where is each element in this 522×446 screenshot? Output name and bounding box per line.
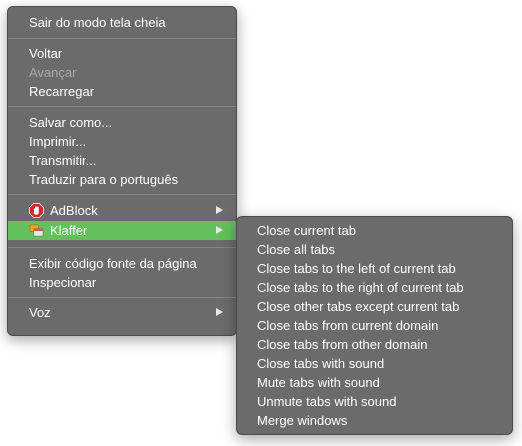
submenu-item-mute-tabs[interactable]: Mute tabs with sound bbox=[237, 373, 512, 392]
klaffer-tabs-icon bbox=[29, 224, 44, 237]
menu-item-view-source[interactable]: Exibir código fonte da página bbox=[8, 254, 236, 273]
menu-item-exit-fullscreen[interactable]: Sair do modo tela cheia bbox=[8, 13, 236, 32]
menu-item-forward: Avançar bbox=[29, 65, 77, 80]
klaffer-submenu: Close current tab Close all tabs Close t… bbox=[236, 216, 513, 435]
chevron-right-icon bbox=[216, 308, 223, 316]
submenu-item-close-all-tabs[interactable]: Close all tabs bbox=[237, 240, 512, 259]
menu-item-back[interactable]: Voltar bbox=[8, 44, 236, 63]
submenu-item-close-other-domain[interactable]: Close tabs from other domain bbox=[237, 335, 512, 354]
menu-separator bbox=[8, 247, 236, 248]
submenu-item-unmute-tabs[interactable]: Unmute tabs with sound bbox=[237, 392, 512, 411]
submenu-item-close-other-tabs[interactable]: Close other tabs except current tab bbox=[237, 297, 512, 316]
menu-item-klaffer[interactable]: Klaffer bbox=[8, 221, 236, 240]
menu-separator bbox=[8, 38, 236, 39]
menu-separator bbox=[8, 297, 236, 298]
menu-separator bbox=[8, 194, 236, 195]
menu-item-adblock[interactable]: AdBlock bbox=[8, 201, 236, 220]
menu-item-inspect[interactable]: Inspecionar bbox=[8, 273, 236, 292]
chevron-right-icon bbox=[216, 206, 223, 214]
menu-item-klaffer-label: Klaffer bbox=[50, 223, 88, 238]
menu-item-voice[interactable]: Voz bbox=[8, 303, 236, 322]
submenu-item-close-current-domain[interactable]: Close tabs from current domain bbox=[237, 316, 512, 335]
chevron-right-icon bbox=[216, 226, 223, 234]
context-menu: Sair do modo tela cheia Voltar Avançar R… bbox=[7, 6, 237, 336]
menu-item-save-as[interactable]: Salvar como... bbox=[8, 113, 236, 132]
menu-item-print[interactable]: Imprimir... bbox=[8, 132, 236, 151]
menu-separator bbox=[8, 106, 236, 107]
menu-item-reload[interactable]: Recarregar bbox=[8, 82, 236, 101]
submenu-item-close-tabs-left[interactable]: Close tabs to the left of current tab bbox=[237, 259, 512, 278]
menu-item-translate[interactable]: Traduzir para o português bbox=[8, 170, 236, 189]
menu-item-cast[interactable]: Transmitir... bbox=[8, 151, 236, 170]
submenu-item-merge-windows[interactable]: Merge windows bbox=[237, 411, 512, 430]
submenu-item-close-tabs-right[interactable]: Close tabs to the right of current tab bbox=[237, 278, 512, 297]
menu-item-voice-label: Voz bbox=[29, 305, 51, 320]
adblock-hand-icon bbox=[29, 203, 44, 218]
submenu-item-close-tabs-with-sound[interactable]: Close tabs with sound bbox=[237, 354, 512, 373]
submenu-item-close-current-tab[interactable]: Close current tab bbox=[237, 221, 512, 240]
menu-item-adblock-label: AdBlock bbox=[50, 203, 98, 218]
